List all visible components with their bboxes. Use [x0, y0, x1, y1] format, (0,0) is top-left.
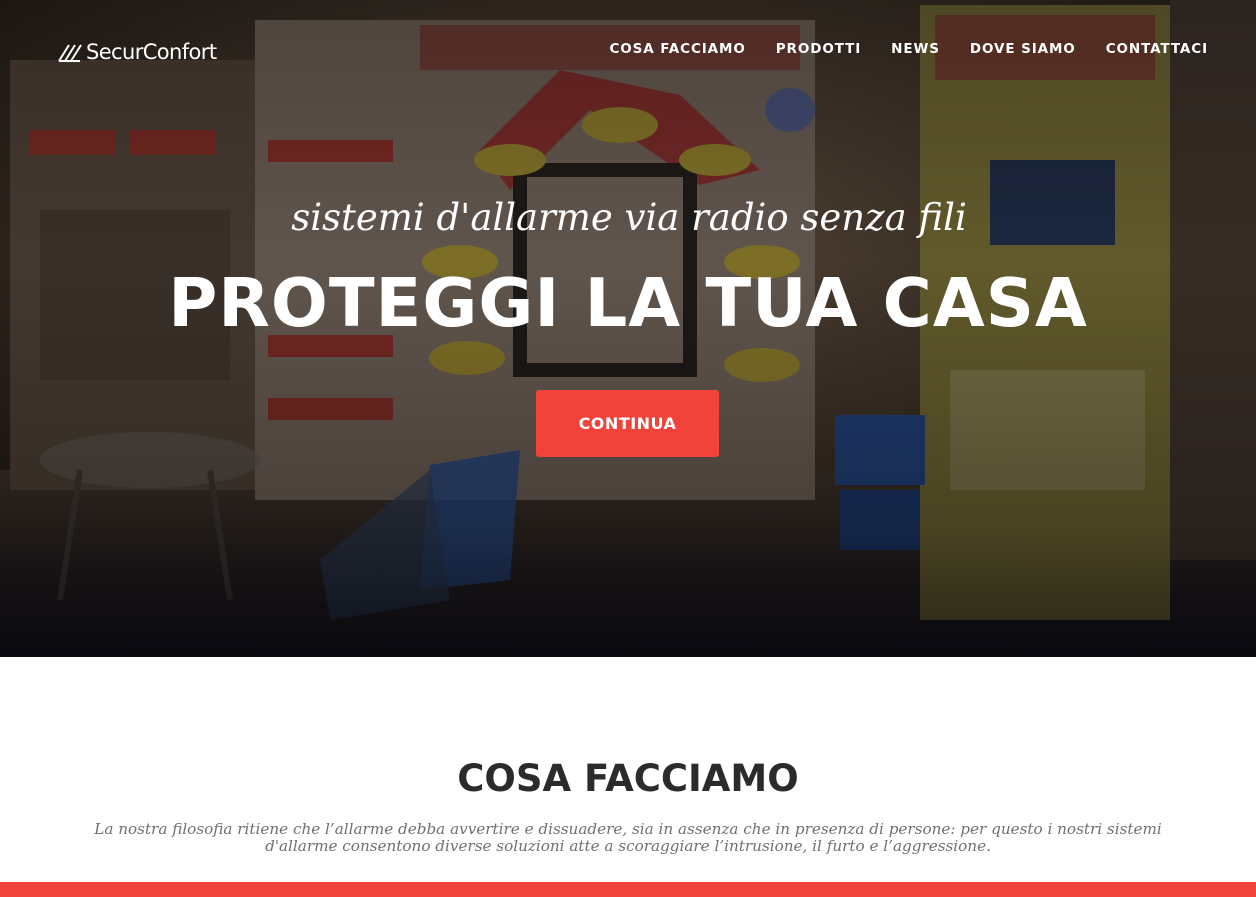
hero-section: SecurConfort COSA FACCIAMO PRODOTTI NEWS…: [0, 0, 1256, 657]
section-title: COSA FACCIAMO: [457, 757, 799, 800]
brand-logo-link[interactable]: SecurConfort: [58, 38, 217, 66]
hero-title: PROTEGGI LA TUA CASA: [168, 264, 1088, 342]
nav-menu: COSA FACCIAMO PRODOTTI NEWS DOVE SIAMO C…: [579, 40, 1208, 58]
nav-item-cosa-facciamo[interactable]: COSA FACCIAMO: [609, 40, 745, 58]
hero-subtitle: sistemi d'allarme via radio senza fili: [291, 196, 967, 239]
section-description: La nostra filosofia ritiene che l’allarm…: [94, 820, 1162, 855]
stripes-logo-icon: [58, 44, 82, 62]
cosa-facciamo-section: COSA FACCIAMO La nostra filosofia ritien…: [0, 657, 1256, 882]
nav-item-prodotti[interactable]: PRODOTTI: [776, 40, 861, 58]
top-navbar: SecurConfort COSA FACCIAMO PRODOTTI NEWS…: [0, 0, 1256, 100]
continua-button[interactable]: CONTINUA: [536, 390, 719, 457]
hero-content: sistemi d'allarme via radio senza fili P…: [0, 190, 1256, 348]
brand-name: SecurConfort: [86, 40, 217, 64]
nav-item-dove-siamo[interactable]: DOVE SIAMO: [970, 40, 1076, 58]
accent-divider-bar: [0, 882, 1256, 897]
nav-item-contattaci[interactable]: CONTATTACI: [1106, 40, 1208, 58]
nav-item-news[interactable]: NEWS: [891, 40, 940, 58]
